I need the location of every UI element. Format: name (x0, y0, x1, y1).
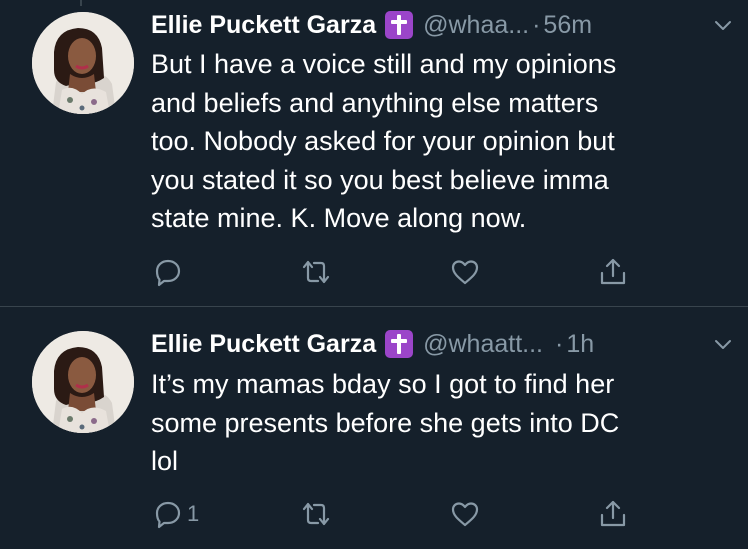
reply-icon (155, 501, 181, 529)
tweet[interactable]: Ellie Puckett Garza @whaa... · 56m But I… (0, 0, 748, 306)
share-icon (600, 500, 626, 527)
separator: · (532, 10, 541, 39)
heart-icon (451, 502, 479, 527)
tweet[interactable]: Ellie Puckett Garza @whaatt... · 1h It’s… (0, 307, 748, 549)
reply-count: 1 (187, 501, 200, 526)
like-button[interactable] (449, 255, 481, 289)
share-icon (600, 258, 626, 285)
chevron-down-icon[interactable] (712, 14, 734, 36)
share-button[interactable] (597, 255, 629, 289)
reply-button[interactable] (152, 255, 187, 289)
thread-connector (80, 0, 82, 6)
tweet-header: Ellie Puckett Garza @whaa... · 56m (151, 8, 734, 42)
avatar[interactable] (32, 12, 134, 114)
retweet-icon (302, 260, 330, 284)
reply-icon (155, 259, 181, 287)
share-button[interactable] (597, 497, 629, 531)
tweet-actions (152, 255, 652, 289)
retweet-button[interactable] (300, 497, 332, 531)
reply-button[interactable]: 1 (152, 497, 199, 531)
latin-cross-icon (385, 11, 414, 39)
avatar[interactable] (32, 331, 134, 433)
latin-cross-icon (385, 330, 414, 358)
avatar-photo (32, 331, 134, 433)
heart-icon (451, 260, 479, 285)
display-name[interactable]: Ellie Puckett Garza (151, 11, 376, 40)
tweet-actions: 1 (152, 497, 652, 531)
display-name[interactable]: Ellie Puckett Garza (151, 330, 376, 359)
separator: · (554, 329, 564, 358)
timestamp[interactable]: 1h (566, 330, 594, 359)
retweet-icon (302, 502, 330, 526)
like-button[interactable] (449, 497, 481, 531)
tweet-text: It’s my mamas bday so I got to find her … (151, 369, 620, 476)
timestamp[interactable]: 56m (543, 11, 592, 40)
tweet-timeline: Ellie Puckett Garza @whaa... · 56m But I… (0, 0, 748, 549)
user-handle[interactable]: @whaatt... (423, 330, 543, 359)
retweet-button[interactable] (300, 255, 332, 289)
chevron-down-icon[interactable] (712, 333, 734, 355)
tweet-header: Ellie Puckett Garza @whaatt... · 1h (151, 327, 734, 361)
tweet-text: But I have a voice still and my opinions… (151, 49, 617, 233)
avatar-photo (32, 12, 134, 114)
user-handle[interactable]: @whaa... (423, 11, 529, 40)
